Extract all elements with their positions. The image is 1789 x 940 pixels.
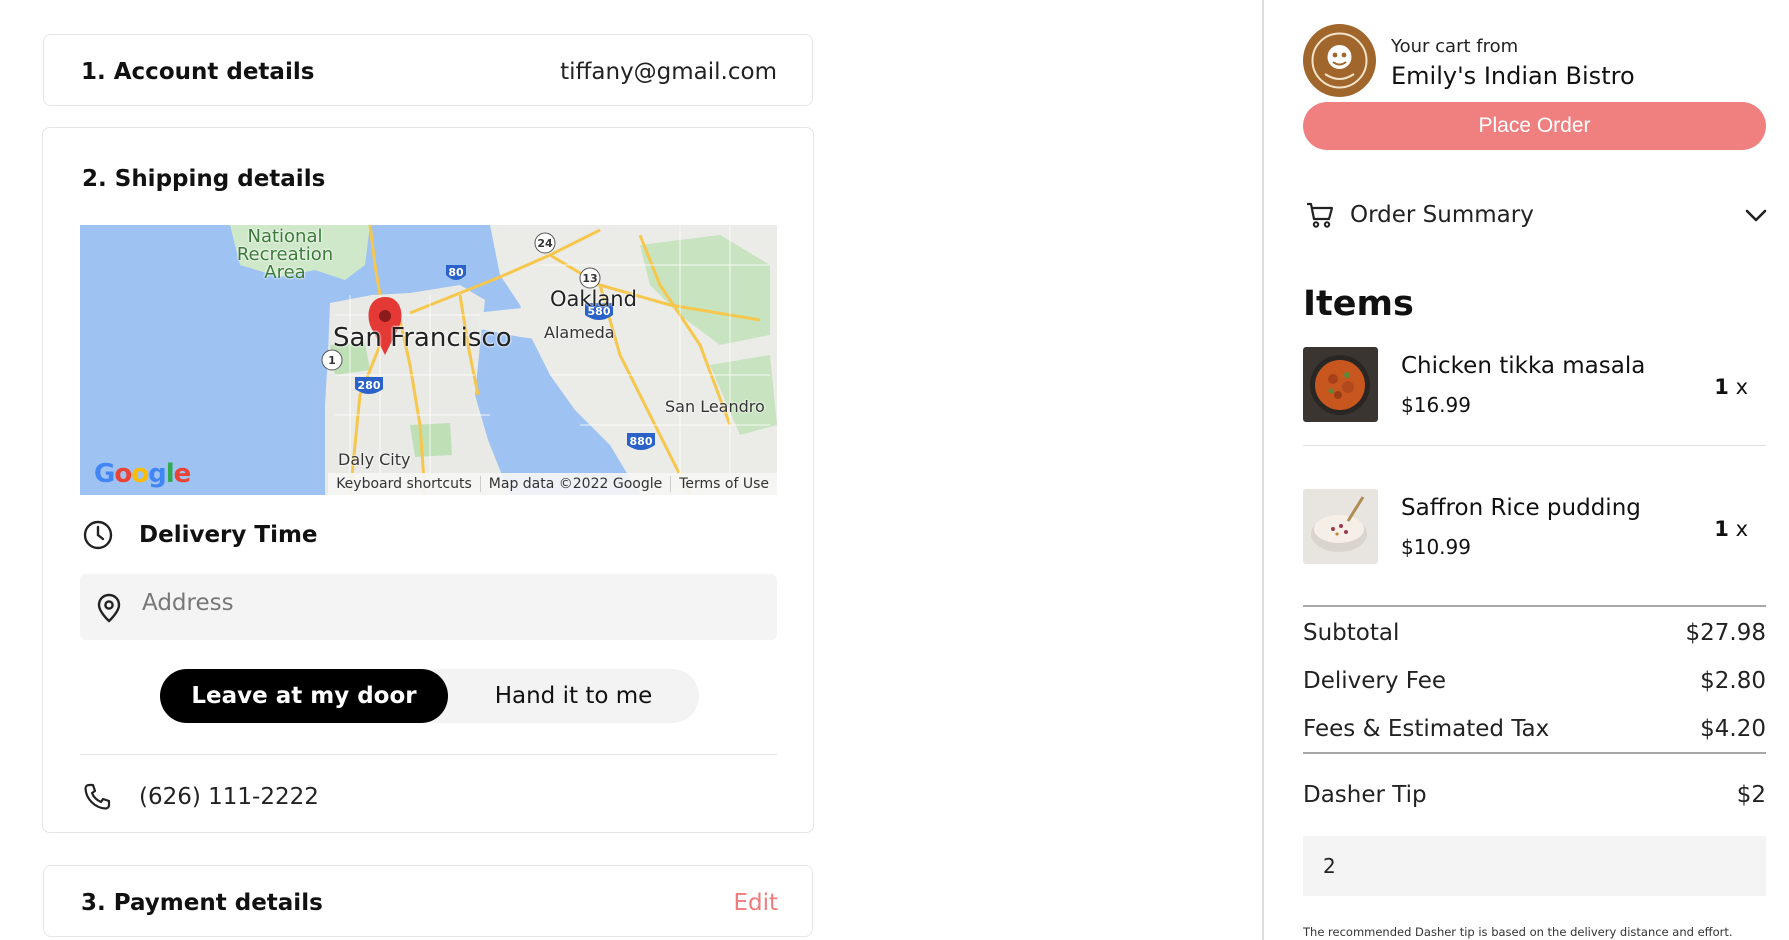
map-graphic: 80 580 280 880 24 13 1 bbox=[80, 225, 777, 495]
item-quantity[interactable]: 1 x bbox=[1714, 517, 1748, 541]
map-label-san-leandro: San Leandro bbox=[665, 397, 765, 416]
payment-details-card: 3. Payment details Edit bbox=[43, 865, 813, 937]
phone-icon bbox=[84, 783, 111, 810]
delivery-fee-row: Delivery Fee $2.80 bbox=[1303, 668, 1766, 694]
subtotal-label: Subtotal bbox=[1303, 620, 1400, 646]
fees-tax-label: Fees & Estimated Tax bbox=[1303, 716, 1550, 742]
r1-label: 1 bbox=[328, 354, 336, 367]
delivery-fee-label: Delivery Fee bbox=[1303, 668, 1447, 694]
shipping-details-card: 2. Shipping details 80 580 280 880 24 13… bbox=[42, 127, 814, 833]
place-order-button[interactable]: Place Order bbox=[1303, 102, 1766, 150]
subtotal-value: $27.98 bbox=[1685, 620, 1766, 646]
location-pin-icon bbox=[97, 593, 121, 623]
map-data-text: Map data ©2022 Google bbox=[479, 476, 670, 492]
panel-divider bbox=[1262, 0, 1264, 940]
google-logo: Google bbox=[94, 459, 191, 489]
dasher-tip-label: Dasher Tip bbox=[1303, 782, 1427, 808]
dasher-tip-input[interactable] bbox=[1303, 836, 1766, 896]
totals-separator bbox=[1303, 605, 1766, 607]
payment-details-title: 3. Payment details bbox=[81, 890, 323, 916]
cart-from-label: Your cart from bbox=[1391, 36, 1519, 57]
items-heading: Items bbox=[1303, 284, 1414, 324]
i80-label: 80 bbox=[448, 266, 464, 279]
chevron-down-icon bbox=[1745, 209, 1767, 222]
cart-item[interactable]: Chicken tikka masala $16.99 1 x bbox=[1303, 347, 1766, 447]
shipping-divider bbox=[80, 754, 777, 755]
map-label-sf: San Francisco bbox=[333, 323, 512, 353]
item-qty-multiplier: x bbox=[1735, 375, 1748, 399]
order-summary-toggle[interactable]: Order Summary bbox=[1303, 196, 1769, 236]
account-email: tiffany@gmail.com bbox=[560, 59, 777, 85]
item-name: Chicken tikka masala bbox=[1401, 353, 1646, 379]
restaurant-logo bbox=[1303, 24, 1376, 97]
phone-number: (626) 111-2222 bbox=[139, 784, 319, 810]
address-input[interactable] bbox=[142, 590, 702, 616]
map-label-park: National Recreation Area bbox=[236, 226, 334, 283]
item-qty-number: 1 bbox=[1714, 517, 1729, 541]
dasher-tip-value: $2 bbox=[1736, 782, 1766, 808]
delivery-time-row[interactable]: Delivery Time bbox=[80, 517, 777, 553]
map-label-daly-city: Daly City bbox=[338, 450, 411, 469]
account-details-title: 1. Account details bbox=[81, 59, 315, 85]
item-name: Saffron Rice pudding bbox=[1401, 495, 1641, 521]
chicken-tikka-image bbox=[1303, 347, 1378, 422]
order-summary-label: Order Summary bbox=[1350, 202, 1534, 228]
delivery-time-label: Delivery Time bbox=[139, 522, 318, 548]
item-quantity[interactable]: 1 x bbox=[1714, 375, 1748, 399]
fees-tax-value: $4.20 bbox=[1700, 716, 1766, 742]
map-footer: Keyboard shortcuts Map data ©2022 Google… bbox=[328, 473, 777, 495]
map-label-oakland: Oakland bbox=[550, 287, 637, 311]
tip-note: The recommended Dasher tip is based on t… bbox=[1303, 925, 1733, 939]
item-price: $16.99 bbox=[1401, 393, 1471, 417]
address-field[interactable] bbox=[80, 574, 777, 640]
leave-at-door-option[interactable]: Leave at my door bbox=[160, 669, 448, 723]
keyboard-shortcuts-link[interactable]: Keyboard shortcuts bbox=[328, 476, 480, 492]
item-qty-number: 1 bbox=[1714, 375, 1729, 399]
i880-label: 880 bbox=[630, 435, 653, 448]
rice-pudding-image bbox=[1303, 489, 1378, 564]
restaurant-name[interactable]: Emily's Indian Bistro bbox=[1391, 62, 1635, 90]
item-separator bbox=[1303, 445, 1766, 446]
shipping-details-title: 2. Shipping details bbox=[82, 166, 326, 192]
hand-to-me-option[interactable]: Hand it to me bbox=[448, 669, 699, 723]
clock-icon bbox=[83, 520, 113, 550]
fees-tax-row: Fees & Estimated Tax $4.20 bbox=[1303, 716, 1766, 742]
dasher-tip-row: Dasher Tip $2 bbox=[1303, 782, 1766, 808]
delivery-fee-value: $2.80 bbox=[1700, 668, 1766, 694]
r24-label: 24 bbox=[537, 237, 553, 250]
map-label-alameda: Alameda bbox=[544, 323, 615, 342]
cart-panel: Your cart from Emily's Indian Bistro Pla… bbox=[1303, 0, 1769, 940]
cart-item[interactable]: Saffron Rice pudding $10.99 1 x bbox=[1303, 489, 1766, 589]
delivery-map[interactable]: 80 580 280 880 24 13 1 National Recreati… bbox=[80, 225, 777, 495]
phone-row[interactable]: (626) 111-2222 bbox=[80, 778, 777, 818]
item-price: $10.99 bbox=[1401, 535, 1471, 559]
account-details-card[interactable]: 1. Account details tiffany@gmail.com bbox=[43, 34, 813, 106]
i280-label: 280 bbox=[358, 379, 381, 392]
r13-label: 13 bbox=[582, 272, 597, 285]
cart-icon bbox=[1307, 202, 1334, 228]
tip-separator bbox=[1303, 752, 1766, 754]
item-qty-multiplier: x bbox=[1735, 517, 1748, 541]
terms-of-use-link[interactable]: Terms of Use bbox=[670, 476, 777, 492]
payment-edit-link[interactable]: Edit bbox=[733, 890, 778, 916]
subtotal-row: Subtotal $27.98 bbox=[1303, 620, 1766, 646]
dropoff-toggle: Leave at my door Hand it to me bbox=[160, 669, 699, 723]
